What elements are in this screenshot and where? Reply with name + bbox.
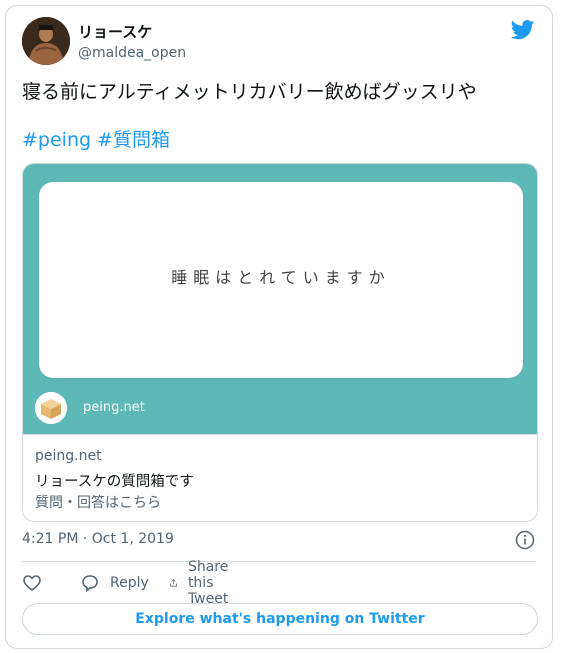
twitter-bird-icon[interactable] — [510, 20, 535, 40]
tweet-embed: リョースケ @maldea_open 寝る前にアルティメットリカバリー飲めばグッ… — [5, 5, 553, 649]
share-label: Share this Tweet — [187, 559, 229, 607]
peing-box-icon — [35, 392, 67, 424]
user-handle[interactable]: @maldea_open — [78, 44, 186, 62]
user-name[interactable]: リョースケ — [78, 23, 152, 41]
info-icon[interactable] — [515, 530, 535, 550]
hashtag-shitsumonbako[interactable]: #質問箱 — [97, 129, 170, 151]
timestamp[interactable]: 4:21 PM · Oct 1, 2019 — [22, 531, 174, 547]
reply-icon — [82, 575, 98, 593]
reply-button[interactable]: Reply — [80, 572, 149, 594]
explore-button[interactable]: Explore what's happening on Twitter — [22, 603, 538, 635]
question-text: 睡眠はとれていますか — [171, 268, 391, 287]
card-description: 質問・回答はこちら — [35, 495, 161, 511]
hashtag-peing[interactable]: #peing — [22, 129, 91, 151]
reply-label: Reply — [110, 575, 149, 591]
share-icon — [169, 579, 177, 587]
link-card[interactable]: 睡眠はとれていますか peing.net peing.net リョースケの質問箱… — [22, 163, 538, 522]
card-image[interactable]: 睡眠はとれていますか peing.net — [23, 164, 537, 434]
divider — [22, 561, 536, 562]
question-box: 睡眠はとれていますか — [39, 182, 523, 378]
like-button[interactable] — [22, 572, 42, 594]
card-host: peing.net — [35, 448, 102, 464]
avatar[interactable] — [22, 17, 70, 65]
card-title: リョースケの質問箱です — [35, 474, 194, 490]
share-button[interactable]: Share this Tweet — [169, 559, 239, 607]
card-meta: peing.net リョースケの質問箱です 質問・回答はこちら — [23, 434, 537, 521]
heart-icon — [23, 575, 41, 592]
tweet-text: 寝る前にアルティメットリカバリー飲めばグッスリや — [22, 81, 477, 103]
hashtags: #peing #質問箱 — [22, 127, 176, 153]
image-host-label: peing.net — [83, 400, 145, 415]
